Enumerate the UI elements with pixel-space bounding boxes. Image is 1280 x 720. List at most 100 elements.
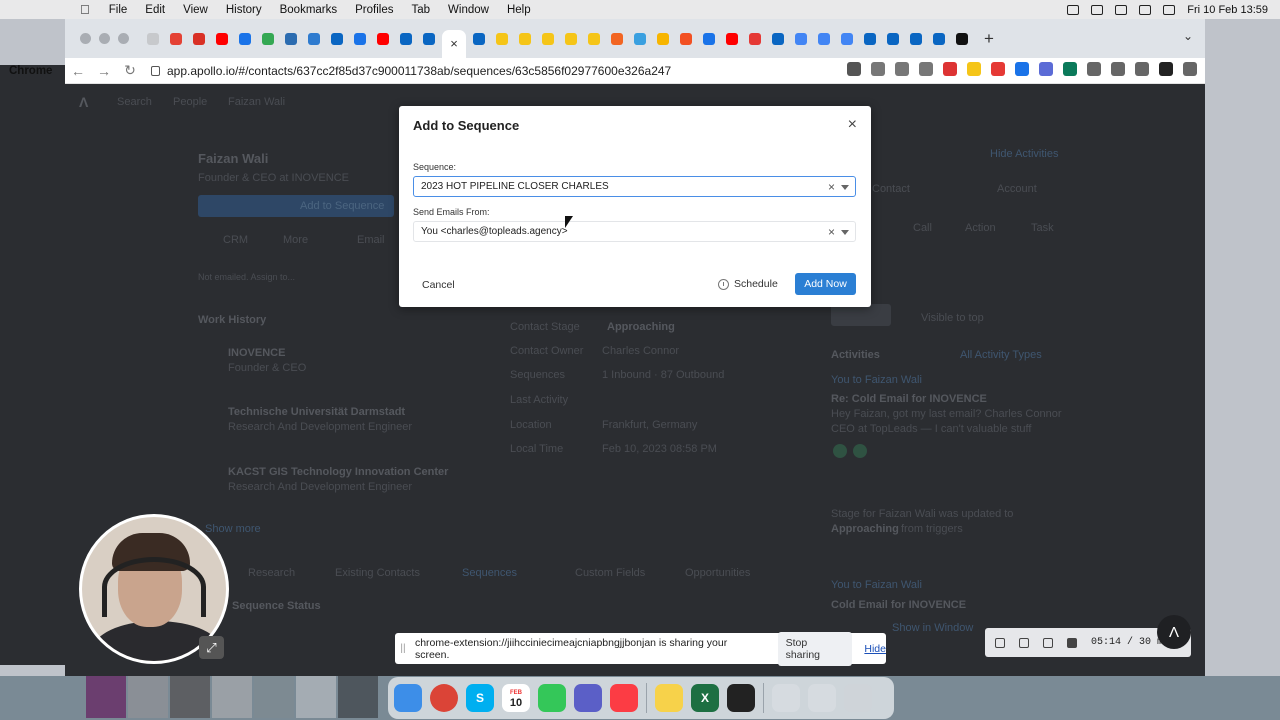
- browser-tab[interactable]: [538, 29, 558, 49]
- grammar-extension-icon[interactable]: [1063, 62, 1077, 76]
- drag-handle-icon[interactable]: ||: [395, 643, 411, 654]
- thumbnail[interactable]: [254, 676, 294, 718]
- url-text[interactable]: app.apollo.io/#/contacts/637cc2f85d37c90…: [167, 64, 671, 78]
- cancel-button[interactable]: Cancel: [413, 277, 464, 293]
- tab-research[interactable]: Research: [248, 567, 295, 579]
- menu-window[interactable]: Window: [439, 4, 498, 16]
- expand-icon[interactable]: ⤢: [199, 636, 224, 659]
- field-value[interactable]: Approaching: [607, 321, 675, 333]
- browser-tab[interactable]: [396, 29, 416, 49]
- puzzle-icon[interactable]: [1087, 62, 1101, 76]
- apollo-launcher-icon[interactable]: Λ: [1157, 615, 1191, 649]
- type-task[interactable]: Task: [1031, 222, 1054, 234]
- field-value[interactable]: 1 Inbound · 87 Outbound: [602, 369, 724, 381]
- menu-tab[interactable]: Tab: [403, 4, 440, 16]
- search-icon[interactable]: [1139, 4, 1152, 15]
- hide-button[interactable]: Hide: [864, 643, 886, 655]
- tab-search-icon[interactable]: ⌄: [1183, 29, 1193, 43]
- browser-tab[interactable]: [929, 29, 949, 49]
- menu-help[interactable]: Help: [498, 4, 540, 16]
- notes-icon[interactable]: [655, 684, 683, 712]
- chrome-icon[interactable]: [430, 684, 458, 712]
- thumbnail[interactable]: [338, 676, 378, 718]
- send-from-select[interactable]: You <charles@topleads.agency> ×: [413, 221, 856, 242]
- back-icon[interactable]: ←: [65, 63, 91, 79]
- browser-tab[interactable]: [745, 29, 765, 49]
- menu-bookmarks[interactable]: Bookmarks: [271, 4, 347, 16]
- browser-tab[interactable]: [814, 29, 834, 49]
- browser-tab[interactable]: [883, 29, 903, 49]
- browser-tab[interactable]: [492, 29, 512, 49]
- send-from-value[interactable]: You <charles@topleads.agency>: [421, 226, 568, 237]
- messages-icon[interactable]: [538, 684, 566, 712]
- trash-icon[interactable]: [844, 684, 872, 712]
- email-subject[interactable]: Re: Cold Email for INOVENCE: [831, 393, 987, 405]
- lock-icon[interactable]: [151, 65, 160, 76]
- browser-tab[interactable]: [419, 29, 439, 49]
- presentation-icon[interactable]: [808, 684, 836, 712]
- show-in-window-link[interactable]: Show in Window: [892, 622, 973, 634]
- breadcrumb-search[interactable]: Search: [117, 96, 152, 108]
- activity-type-filter[interactable]: All Activity Types: [960, 349, 1042, 361]
- finder-icon[interactable]: [394, 684, 422, 712]
- apollo-logo-icon[interactable]: Λ: [79, 94, 88, 110]
- show-more-link[interactable]: Show more: [205, 523, 261, 535]
- browser-tab[interactable]: [327, 29, 347, 49]
- crm-button[interactable]: CRM: [223, 234, 248, 246]
- breadcrumb-contact[interactable]: Faizan Wali: [228, 96, 285, 108]
- browser-tab[interactable]: [630, 29, 650, 49]
- activity-recipient[interactable]: You to Faizan Wali: [831, 579, 922, 591]
- browser-tab[interactable]: [281, 29, 301, 49]
- browser-tab[interactable]: [373, 29, 393, 49]
- log-activity-button[interactable]: [831, 304, 891, 326]
- browser-tab[interactable]: [235, 29, 255, 49]
- thumbnail[interactable]: [212, 676, 252, 718]
- reload-icon[interactable]: ↻: [117, 62, 143, 79]
- excel-icon[interactable]: X: [691, 684, 719, 712]
- clear-sender-icon[interactable]: ×: [828, 225, 835, 239]
- browser-tab[interactable]: [768, 29, 788, 49]
- browser-tab[interactable]: [607, 29, 627, 49]
- pause-icon[interactable]: [1043, 637, 1053, 648]
- menu-clock[interactable]: Fri 10 Feb 13:59: [1187, 4, 1268, 16]
- control-center-icon[interactable]: [1163, 4, 1176, 15]
- thumbnail[interactable]: [170, 676, 210, 718]
- browser-tab[interactable]: [584, 29, 604, 49]
- browser-tab[interactable]: [143, 29, 163, 49]
- browser-tab[interactable]: [304, 29, 324, 49]
- add-now-button[interactable]: Add Now: [795, 273, 856, 295]
- zoom-icon[interactable]: [871, 62, 885, 76]
- battery-icon[interactable]: [1091, 4, 1104, 15]
- thumbnail[interactable]: [86, 676, 126, 718]
- browser-tab[interactable]: [791, 29, 811, 49]
- browser-tab[interactable]: [350, 29, 370, 49]
- music-icon[interactable]: [610, 684, 638, 712]
- menu-file[interactable]: File: [100, 4, 137, 16]
- new-tab-button[interactable]: +: [984, 29, 994, 49]
- browser-tab[interactable]: [258, 29, 278, 49]
- menu-profiles[interactable]: Profiles: [346, 4, 402, 16]
- minimize-window-icon[interactable]: [99, 33, 110, 44]
- keystroke-icon[interactable]: [727, 684, 755, 712]
- tab-contact[interactable]: Contact: [872, 183, 910, 195]
- hide-activities-link[interactable]: Hide Activities: [990, 148, 1058, 160]
- menu-edit[interactable]: Edit: [136, 4, 174, 16]
- teams-icon[interactable]: [574, 684, 602, 712]
- calendar-icon[interactable]: FEB 10: [502, 684, 530, 712]
- stop-sharing-button[interactable]: Stop sharing: [777, 631, 853, 666]
- chevron-down-icon[interactable]: [841, 230, 849, 235]
- mic-icon[interactable]: [1067, 4, 1080, 15]
- breadcrumb-people[interactable]: People: [173, 96, 207, 108]
- browser-tab[interactable]: [561, 29, 581, 49]
- browser-tab[interactable]: [676, 29, 696, 49]
- browser-tab[interactable]: [906, 29, 926, 49]
- stop-icon[interactable]: [1067, 637, 1077, 648]
- extension-icon[interactable]: [1015, 62, 1029, 76]
- pocket-extension-icon[interactable]: [991, 62, 1005, 76]
- apple-icon[interactable]: : [0, 2, 100, 17]
- browser-tab[interactable]: [837, 29, 857, 49]
- type-call[interactable]: Call: [913, 222, 932, 234]
- close-window-icon[interactable]: [80, 33, 91, 44]
- thumbnail[interactable]: [128, 676, 168, 718]
- share-icon[interactable]: [895, 62, 909, 76]
